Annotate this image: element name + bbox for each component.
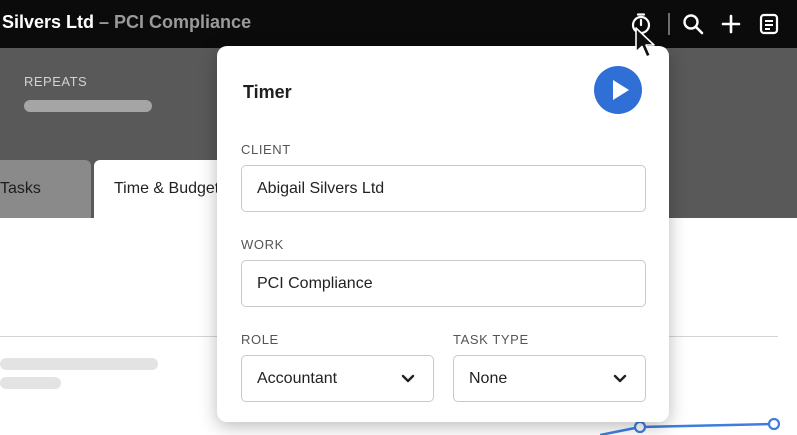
role-select-value: Accountant xyxy=(257,370,338,387)
client-label: CLIENT xyxy=(241,142,291,157)
task-type-select[interactable]: None xyxy=(453,355,646,402)
top-bar: Silvers Ltd – PCI Compliance xyxy=(0,0,797,48)
tab-time-budget-label: Time & Budget xyxy=(114,180,220,197)
task-type-label: TASK TYPE xyxy=(453,332,529,347)
repeats-label: REPEATS xyxy=(24,74,88,89)
start-timer-button[interactable] xyxy=(594,66,642,114)
client-name: Silvers Ltd xyxy=(2,12,95,32)
repeats-value-placeholder xyxy=(24,100,152,112)
title-separator: – xyxy=(94,12,115,32)
loading-skeleton-line xyxy=(0,377,61,389)
loading-skeleton-line xyxy=(0,358,158,370)
search-icon[interactable] xyxy=(681,12,705,36)
plus-icon[interactable] xyxy=(719,12,743,36)
task-type-select-value: None xyxy=(469,370,508,387)
chevron-down-icon xyxy=(613,374,627,383)
role-select[interactable]: Accountant xyxy=(241,355,434,402)
work-field[interactable]: PCI Compliance xyxy=(241,260,646,307)
tab-tasks-label: Tasks xyxy=(0,180,41,197)
timer-heading: Timer xyxy=(243,82,292,102)
client-field[interactable]: Abigail Silvers Ltd xyxy=(241,165,646,212)
role-label: ROLE xyxy=(241,332,279,347)
tab-tasks[interactable]: Tasks xyxy=(0,160,91,218)
mouse-cursor-icon xyxy=(635,27,655,58)
toolbar-divider xyxy=(668,13,670,35)
chevron-down-icon xyxy=(401,374,415,383)
work-label: WORK xyxy=(241,237,284,252)
work-name: PCI Compliance xyxy=(114,12,252,32)
page-title: Silvers Ltd – PCI Compliance xyxy=(2,12,251,33)
play-icon xyxy=(613,80,629,100)
notes-icon[interactable] xyxy=(757,12,781,36)
timer-popover: Timer CLIENT Abigail Silvers Ltd WORK PC… xyxy=(217,46,669,422)
